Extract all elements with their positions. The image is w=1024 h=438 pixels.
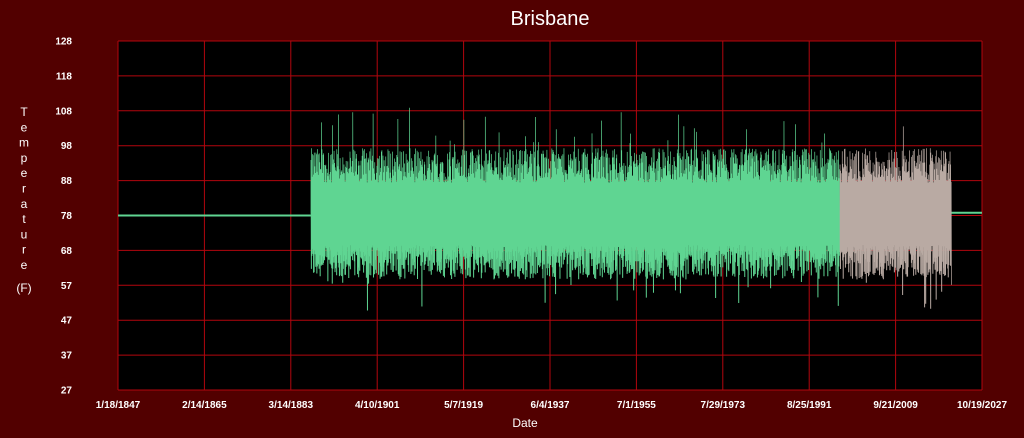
y-tick-label: 27: [61, 386, 73, 397]
y-axis-label-letter: m: [19, 136, 29, 150]
y-axis-label-letter: t: [22, 212, 26, 226]
x-tick-label: 6/4/1937: [531, 400, 570, 411]
y-tick-label: 128: [55, 37, 72, 48]
x-tick-label: 10/19/2027: [957, 400, 1007, 411]
y-tick-label: 118: [56, 71, 73, 82]
y-axis-label: Temperature: [19, 105, 29, 272]
x-tick-label: 1/18/1847: [96, 400, 141, 411]
y-axis-ticks: 128 118 108 98 88 78 68 57 47 37 27: [55, 37, 72, 397]
y-axis-label-letter: a: [21, 197, 28, 211]
y-axis-label-letter: e: [21, 166, 28, 180]
x-tick-label: 2/14/1865: [182, 400, 227, 411]
x-tick-label: 8/25/1991: [787, 400, 832, 411]
y-tick-label: 88: [61, 176, 73, 187]
x-axis-label: Date: [512, 416, 538, 430]
y-axis-label-letter: r: [22, 182, 26, 196]
x-tick-label: 5/7/1919: [444, 400, 483, 411]
x-tick-label: 3/14/1883: [269, 400, 314, 411]
x-tick-label: 7/1/1955: [617, 400, 656, 411]
y-tick-label: 98: [61, 141, 73, 152]
x-axis-ticks: 1/18/1847 2/14/1865 3/14/1883 4/10/1901 5/7/…: [96, 400, 1008, 411]
y-axis-label-letter: T: [20, 105, 28, 119]
y-tick-label: 47: [61, 316, 73, 327]
y-axis-label-letter: e: [21, 120, 28, 134]
x-tick-label: 9/21/2009: [873, 400, 918, 411]
y-axis-label-letter: r: [22, 243, 26, 257]
y-tick-label: 78: [61, 211, 73, 222]
x-tick-label: 7/29/1973: [701, 400, 746, 411]
y-tick-label: 108: [55, 106, 72, 117]
y-axis-label-letter: e: [21, 258, 28, 272]
x-tick-label: 4/10/1901: [355, 400, 400, 411]
y-tick-label: 57: [61, 281, 73, 292]
y-tick-label: 37: [61, 351, 73, 362]
y-axis-unit: (F): [16, 281, 31, 295]
chart: Brisbane 128 118 108 98 88 78 68 57 47 37 27 1/18/…: [16, 8, 1008, 430]
chart-title: Brisbane: [511, 8, 590, 30]
y-axis-label-letter: p: [21, 151, 28, 165]
y-axis-label-letter: u: [21, 227, 28, 241]
y-tick-label: 68: [61, 246, 73, 257]
